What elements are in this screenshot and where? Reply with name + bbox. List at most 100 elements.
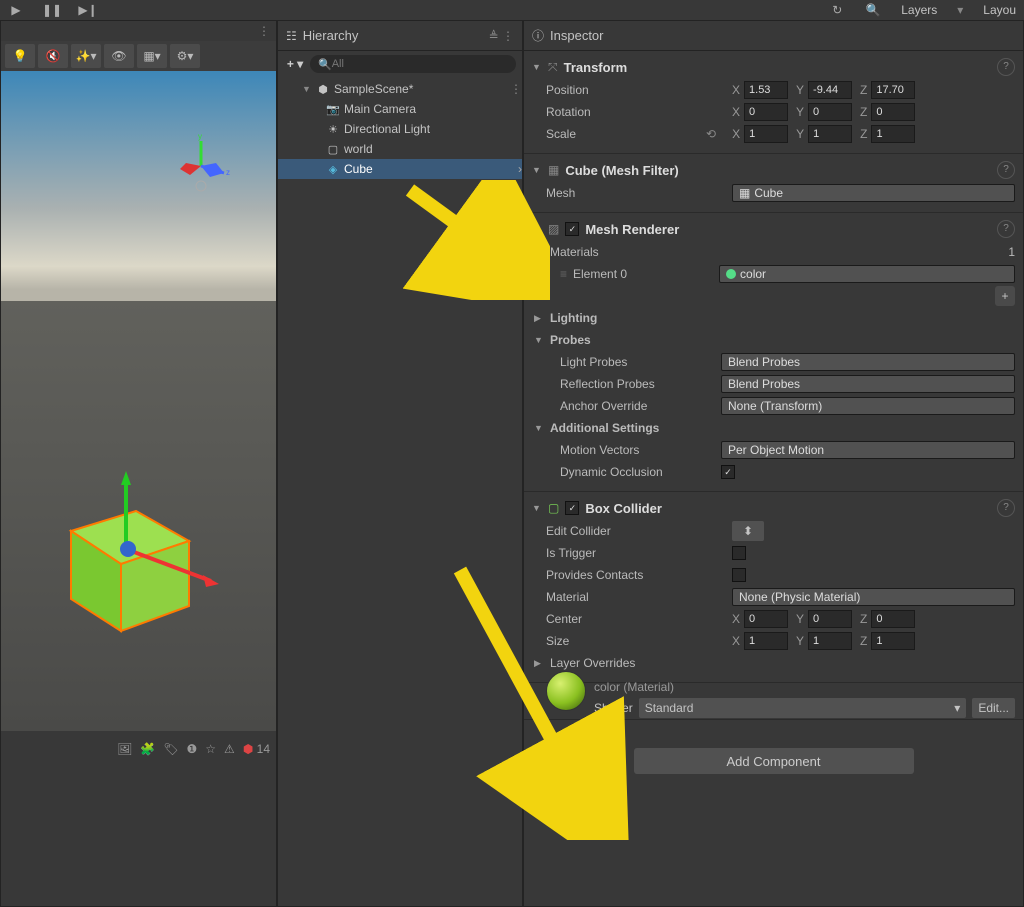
material-label: Material: [546, 590, 726, 604]
light-icon: ☀: [326, 122, 340, 136]
pos-x-input[interactable]: 1.53: [744, 81, 788, 99]
meshfilter-component: ▼ ▦ Cube (Mesh Filter) ? Mesh ▦Cube: [524, 154, 1023, 213]
inspector-title: Inspector: [550, 28, 603, 43]
rot-z-input[interactable]: 0: [871, 103, 915, 121]
scene-row[interactable]: ▼ ⬢ SampleScene* ⋮: [278, 79, 522, 99]
light-probes-dropdown[interactable]: Blend Probes: [721, 353, 1015, 371]
is-trigger-checkbox[interactable]: [732, 546, 746, 560]
cloud-icon[interactable]: ↻: [829, 2, 845, 18]
rot-y-input[interactable]: 0: [808, 103, 852, 121]
hierarchy-item[interactable]: ☀ Directional Light: [278, 119, 522, 139]
scene-view-panel: ⋮ 💡 🔇 ✨▾ 👁 ▦▾ ⚙▾ y z: [0, 20, 277, 710]
help-icon[interactable]: ?: [997, 58, 1015, 76]
lightbulb-icon[interactable]: 💡: [5, 44, 35, 68]
panel-menu-icon[interactable]: ≜ ⋮: [489, 29, 514, 43]
hierarchy-title: Hierarchy: [303, 28, 359, 43]
scale-x-input[interactable]: 1: [744, 125, 788, 143]
edit-shader-button[interactable]: Edit...: [972, 698, 1015, 718]
scene-viewport[interactable]: y z: [1, 71, 276, 731]
pause-icon[interactable]: ❚❚: [44, 2, 60, 18]
star-icon[interactable]: ☆: [205, 742, 216, 756]
inspector-icon: ⓘ: [532, 27, 544, 44]
scale-y-input[interactable]: 1: [808, 125, 852, 143]
warning-icon[interactable]: ⚠: [224, 742, 235, 756]
collider-enabled-checkbox[interactable]: ✓: [565, 501, 579, 515]
camera-icon: 📷: [326, 102, 340, 116]
orientation-gizmo[interactable]: y z: [166, 131, 236, 201]
svg-text:z: z: [226, 168, 230, 177]
top-toolbar: ▶ ❚❚ ▶❙ ↻ 🔍 Layers ▾ Layou: [0, 0, 1024, 20]
help-icon[interactable]: ?: [997, 161, 1015, 179]
additional-foldout[interactable]: Additional Settings: [550, 421, 730, 435]
hierarchy-tree: ▼ ⬢ SampleScene* ⋮ 📷 Main Camera ☀ Direc…: [278, 77, 522, 181]
center-x-input[interactable]: 0: [744, 610, 788, 628]
selected-cube[interactable]: [41, 471, 221, 651]
lighting-foldout[interactable]: Lighting: [550, 311, 730, 325]
physic-material-field[interactable]: None (Physic Material): [732, 588, 1015, 606]
layer-overrides-foldout[interactable]: Layer Overrides: [550, 656, 730, 670]
cube-icon: ▢: [326, 142, 340, 156]
transform-component: ▼ ⤧ Transform ? Position X1.53 Y-9.44 Z1…: [524, 51, 1023, 154]
fold-icon[interactable]: ▼: [532, 62, 542, 72]
motion-vectors-dropdown[interactable]: Per Object Motion: [721, 441, 1015, 459]
link-icon[interactable]: ⟲: [706, 127, 716, 141]
meshrenderer-component: ▼ ▨ ✓ Mesh Renderer ? ▼ Materials 1 ≡ El…: [524, 213, 1023, 492]
component-title: Transform: [564, 60, 628, 75]
help-icon[interactable]: ?: [997, 499, 1015, 517]
console-icon1[interactable]: 🖼: [117, 742, 132, 756]
add-material-button[interactable]: +: [995, 286, 1015, 306]
add-component-button[interactable]: Add Component: [634, 748, 914, 774]
hierarchy-item[interactable]: 📷 Main Camera: [278, 99, 522, 119]
boxcollider-component: ▼ ▢ ✓ Box Collider ? Edit Collider ⬍ Is …: [524, 492, 1023, 683]
add-button[interactable]: + ▾: [284, 57, 306, 71]
layout-dropdown[interactable]: Layou: [983, 3, 1016, 17]
layers-dropdown[interactable]: Layers: [901, 3, 937, 17]
rotation-label: Rotation: [546, 105, 726, 119]
shader-dropdown[interactable]: Standard▾: [639, 698, 967, 718]
cube-icon: ◈: [326, 162, 340, 176]
error-count[interactable]: ⬢ 14: [243, 742, 270, 756]
hidden-icon[interactable]: 👁: [104, 44, 134, 68]
mesh-field[interactable]: ▦Cube: [732, 184, 1015, 202]
help-icon[interactable]: ?: [997, 220, 1015, 238]
layers-icon[interactable]: ▦▾: [137, 44, 167, 68]
console-icon2[interactable]: 🧩: [140, 742, 155, 756]
reflection-probes-dropdown[interactable]: Blend Probes: [721, 375, 1015, 393]
anchor-override-field[interactable]: None (Transform): [721, 397, 1015, 415]
mesh-label: Mesh: [546, 186, 726, 200]
size-y-input[interactable]: 1: [808, 632, 852, 650]
gizmos-icon[interactable]: ⚙▾: [170, 44, 200, 68]
size-x-input[interactable]: 1: [744, 632, 788, 650]
material-field[interactable]: color: [719, 265, 1015, 283]
info-icon[interactable]: ❶: [187, 742, 198, 756]
audio-icon[interactable]: 🔇: [38, 44, 68, 68]
rot-x-input[interactable]: 0: [744, 103, 788, 121]
console-icon3[interactable]: 🏷: [163, 742, 178, 756]
hierarchy-item[interactable]: ▢ world: [278, 139, 522, 159]
size-label: Size: [546, 634, 726, 648]
pos-y-input[interactable]: -9.44: [808, 81, 852, 99]
fold-icon[interactable]: ▼: [532, 165, 542, 175]
center-y-input[interactable]: 0: [808, 610, 852, 628]
edit-collider-button[interactable]: ⬍: [732, 521, 764, 541]
hierarchy-icon: ☷: [286, 29, 297, 43]
scale-z-input[interactable]: 1: [871, 125, 915, 143]
step-icon[interactable]: ▶❙: [80, 2, 96, 18]
center-z-input[interactable]: 0: [871, 610, 915, 628]
pos-z-input[interactable]: 17.70: [871, 81, 915, 99]
search-icon[interactable]: 🔍: [865, 2, 881, 18]
renderer-enabled-checkbox[interactable]: ✓: [565, 222, 579, 236]
renderer-icon: ▨: [548, 222, 559, 236]
hierarchy-search-input[interactable]: 🔍 All: [310, 55, 516, 73]
size-z-input[interactable]: 1: [871, 632, 915, 650]
fold-icon[interactable]: ▼: [532, 503, 542, 513]
provides-contacts-checkbox[interactable]: [732, 568, 746, 582]
play-icon[interactable]: ▶: [8, 2, 24, 18]
material-preview-sphere: [546, 671, 586, 711]
effects-dropdown-icon[interactable]: ✨▾: [71, 44, 101, 68]
materials-label[interactable]: Materials: [550, 245, 730, 259]
fold-icon[interactable]: ▼: [532, 224, 542, 234]
probes-foldout[interactable]: Probes: [550, 333, 730, 347]
dynamic-occlusion-checkbox[interactable]: ✓: [721, 465, 735, 479]
hierarchy-item-selected[interactable]: ◈ Cube ›: [278, 159, 522, 179]
